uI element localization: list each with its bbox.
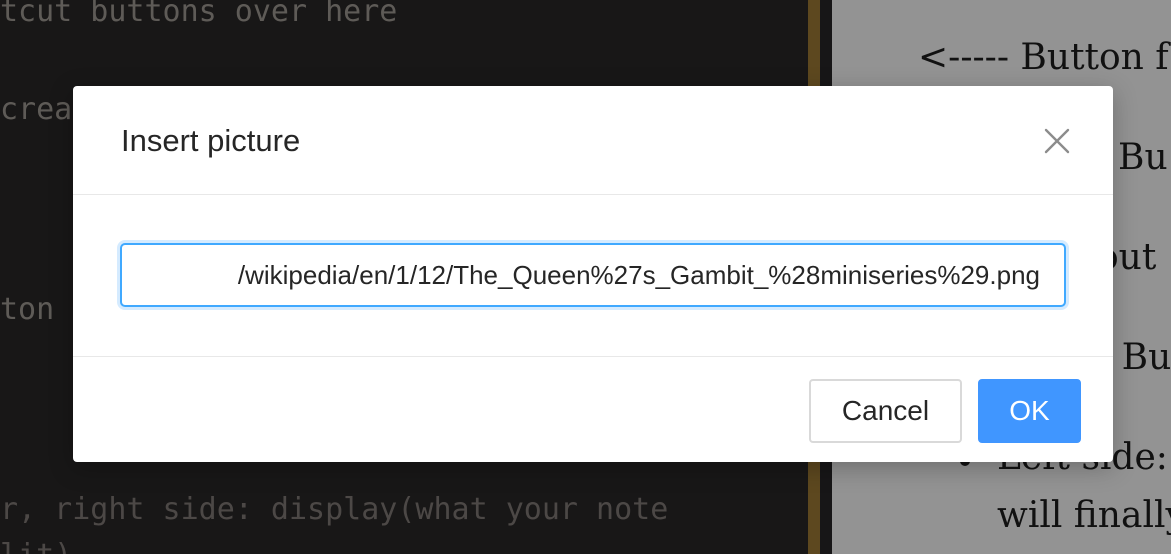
dialog-footer: Cancel OK [73,356,1113,463]
dialog-title: Insert picture [121,123,301,158]
dialog-header: Insert picture [73,86,1113,195]
insert-picture-dialog: Insert picture /wikipedia/en/1/12/The_Qu… [73,86,1113,462]
image-url-value: /wikipedia/en/1/12/The_Queen%27s_Gambit_… [237,260,1040,290]
dialog-body: /wikipedia/en/1/12/The_Queen%27s_Gambit_… [73,195,1113,355]
close-button[interactable] [1033,116,1081,166]
image-url-input[interactable]: /wikipedia/en/1/12/The_Queen%27s_Gambit_… [120,243,1066,307]
cancel-button[interactable]: Cancel [809,379,962,443]
ok-button[interactable]: OK [978,379,1081,443]
close-icon [1044,128,1070,154]
